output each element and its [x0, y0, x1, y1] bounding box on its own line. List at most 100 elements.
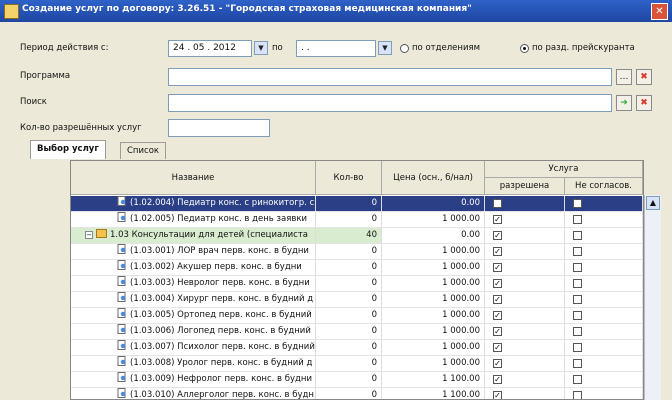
header-price[interactable]: Цена (осн., б/нал) — [382, 161, 485, 195]
cell-price[interactable]: 1 100.00 — [382, 388, 485, 399]
cell-qty[interactable]: 0 — [316, 356, 382, 371]
not-agreed-checkbox[interactable] — [573, 391, 582, 399]
not-agreed-checkbox[interactable] — [573, 279, 582, 288]
permitted-checkbox[interactable]: ✓ — [493, 279, 502, 288]
cell-qty[interactable]: 40 — [316, 228, 382, 243]
header-not-agreed[interactable]: Не согласов. — [565, 178, 643, 195]
cell-name: (1.03.001) ЛОР врач перв. конс. в будни — [71, 244, 316, 259]
program-select-button[interactable]: … — [616, 69, 632, 85]
not-agreed-checkbox[interactable] — [573, 359, 582, 368]
date-to-dropdown-icon[interactable]: ▼ — [378, 41, 392, 55]
table-row[interactable]: (1.03.006) Логопед перв. конс. в будний 0… — [71, 324, 643, 340]
permitted-checkbox[interactable]: ✓ — [493, 295, 502, 304]
cell-qty[interactable]: 0 — [316, 340, 382, 355]
service-doc-icon — [117, 308, 126, 318]
header-permitted[interactable]: разрешена — [485, 178, 565, 195]
cell-not-agreed — [565, 372, 643, 387]
grid-scrollbar[interactable]: ▲ — [644, 195, 661, 400]
service-name: (1.02.004) Педиатр конс. с ринокитогр. с — [130, 198, 315, 208]
permitted-checkbox[interactable]: ✓ — [493, 391, 502, 399]
table-row[interactable]: (1.03.007) Психолог перв. конс. в будний… — [71, 340, 643, 356]
collapse-icon[interactable]: − — [85, 231, 93, 239]
cell-qty[interactable]: 0 — [316, 308, 382, 323]
not-agreed-checkbox[interactable] — [573, 247, 582, 256]
search-go-icon[interactable]: ➜ — [616, 95, 632, 111]
cell-price[interactable]: 1 000.00 — [382, 244, 485, 259]
tab-list[interactable]: Список — [120, 142, 167, 159]
cell-qty[interactable]: 0 — [316, 372, 382, 387]
program-field[interactable] — [168, 68, 612, 86]
permitted-checkbox[interactable]: ✓ — [493, 327, 502, 336]
count-field[interactable] — [168, 119, 270, 137]
table-row[interactable]: (1.02.005) Педиатр конс. в день заявки 0 1… — [71, 212, 643, 228]
table-row[interactable]: (1.03.002) Акушер перв. конс. в будни 0 1 … — [71, 260, 643, 276]
radio-by-department[interactable] — [400, 44, 409, 53]
header-qty[interactable]: Кол-во — [316, 161, 382, 195]
permitted-checkbox[interactable]: ✓ — [493, 359, 502, 368]
not-agreed-checkbox[interactable] — [573, 295, 582, 304]
not-agreed-checkbox[interactable] — [573, 231, 582, 240]
cell-qty[interactable]: 0 — [316, 324, 382, 339]
not-agreed-checkbox[interactable] — [573, 215, 582, 224]
cell-qty[interactable]: 0 — [316, 388, 382, 399]
radio-by-price-section[interactable] — [520, 44, 529, 53]
program-clear-icon[interactable]: ✖ — [636, 69, 652, 85]
cell-qty[interactable]: 0 — [316, 212, 382, 227]
cell-price[interactable]: 1 000.00 — [382, 276, 485, 291]
radio-by-department-label: по отделениям — [412, 43, 480, 53]
table-row[interactable]: (1.03.010) Аллерголог перв. конс. в будн… — [71, 388, 643, 399]
cell-price[interactable]: 1 000.00 — [382, 340, 485, 355]
cell-price[interactable]: 1 000.00 — [382, 324, 485, 339]
tab-select-services[interactable]: Выбор услуг — [30, 140, 106, 159]
search-input[interactable] — [168, 94, 612, 112]
cell-qty[interactable]: 0 — [316, 196, 382, 211]
cell-price[interactable]: 1 000.00 — [382, 212, 485, 227]
cell-price[interactable]: 1 100.00 — [382, 372, 485, 387]
cell-qty[interactable]: 0 — [316, 244, 382, 259]
not-agreed-checkbox[interactable] — [573, 199, 582, 208]
permitted-checkbox[interactable]: ✓ — [493, 247, 502, 256]
cell-name: (1.02.004) Педиатр конс. с ринокитогр. с — [71, 196, 316, 211]
search-clear-icon[interactable]: ✖ — [636, 95, 652, 111]
cell-permitted: ✓ — [485, 356, 565, 371]
table-row[interactable]: (1.03.008) Уролог перв. конс. в будний д… — [71, 356, 643, 372]
cell-price[interactable]: 1 000.00 — [382, 356, 485, 371]
cell-price[interactable]: 1 000.00 — [382, 308, 485, 323]
table-row[interactable]: (1.03.004) Хирург перв. конс. в будний д… — [71, 292, 643, 308]
cell-price[interactable]: 0.00 — [382, 228, 485, 243]
date-to-field[interactable]: . . — [296, 40, 376, 57]
header-name[interactable]: Название — [71, 161, 316, 195]
folder-icon — [96, 229, 107, 238]
permitted-checkbox[interactable]: ✓ — [493, 263, 502, 272]
permitted-checkbox[interactable]: ✓ — [493, 343, 502, 352]
cell-permitted — [485, 196, 565, 211]
permitted-checkbox[interactable]: ✓ — [493, 215, 502, 224]
cell-qty[interactable]: 0 — [316, 276, 382, 291]
permitted-checkbox[interactable]: ✓ — [493, 311, 502, 320]
not-agreed-checkbox[interactable] — [573, 375, 582, 384]
table-row[interactable]: (1.03.009) Нефролог перв. конс. в будни 0… — [71, 372, 643, 388]
table-row[interactable]: (1.02.004) Педиатр конс. с ринокитогр. с… — [71, 196, 643, 212]
date-from-field[interactable]: 24 . 05 . 2012 — [168, 40, 252, 57]
not-agreed-checkbox[interactable] — [573, 327, 582, 336]
date-from-dropdown-icon[interactable]: ▼ — [254, 41, 268, 55]
table-row[interactable]: − 1.03 Консультации для детей (специалист… — [71, 228, 643, 244]
cell-qty[interactable]: 0 — [316, 260, 382, 275]
scroll-up-icon[interactable]: ▲ — [646, 196, 660, 210]
cell-qty[interactable]: 0 — [316, 292, 382, 307]
cell-price[interactable]: 1 000.00 — [382, 292, 485, 307]
close-icon[interactable]: ✕ — [651, 3, 668, 20]
cell-name: (1.03.009) Нефролог перв. конс. в будни — [71, 372, 316, 387]
not-agreed-checkbox[interactable] — [573, 343, 582, 352]
cell-price[interactable]: 0.00 — [382, 196, 485, 211]
cell-price[interactable]: 1 000.00 — [382, 260, 485, 275]
not-agreed-checkbox[interactable] — [573, 263, 582, 272]
permitted-checkbox[interactable]: ✓ — [493, 231, 502, 240]
table-row[interactable]: (1.03.003) Невролог перв. конс. в будни 0… — [71, 276, 643, 292]
table-row[interactable]: (1.03.001) ЛОР врач перв. конс. в будни 0… — [71, 244, 643, 260]
permitted-checkbox[interactable] — [493, 199, 502, 208]
table-row[interactable]: (1.03.005) Ортопед перв. конс. в будний 0… — [71, 308, 643, 324]
permitted-checkbox[interactable]: ✓ — [493, 375, 502, 384]
not-agreed-checkbox[interactable] — [573, 311, 582, 320]
cell-not-agreed — [565, 388, 643, 399]
